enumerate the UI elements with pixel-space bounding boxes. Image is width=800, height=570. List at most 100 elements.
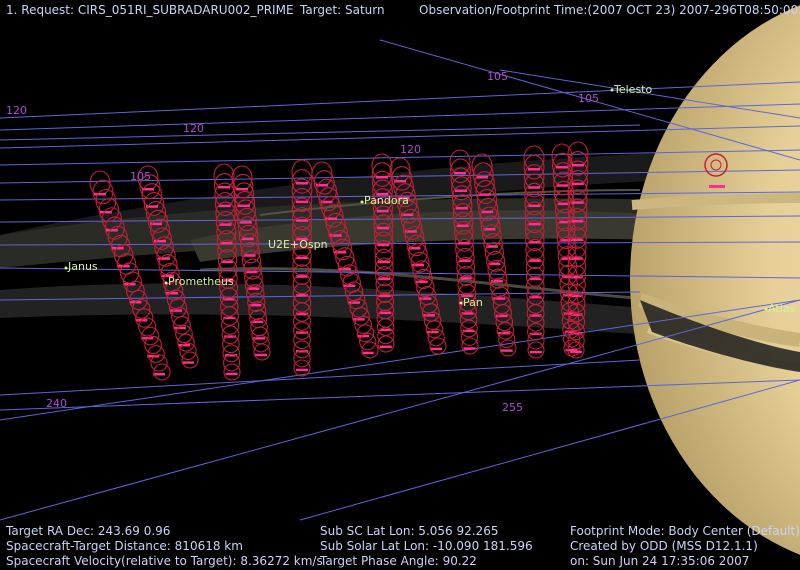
footprint-marker <box>170 309 182 312</box>
target-label: Target: Saturn <box>300 3 385 17</box>
grid-label: 120 <box>400 143 421 156</box>
footprint-circle <box>231 165 253 191</box>
footprint-marker <box>478 193 491 196</box>
footprint-circle <box>147 345 165 363</box>
footprint-marker <box>422 314 435 317</box>
target-ra-dec: Target RA Dec: 243.69 0.96 <box>6 524 171 538</box>
footprint-marker <box>296 182 308 185</box>
footprint-marker <box>94 193 106 196</box>
footprint-marker <box>528 168 540 171</box>
footprint-marker <box>456 224 469 228</box>
grid-label: 120 <box>6 104 27 117</box>
sub-solar-lat-lon: Sub Solar Lat Lon: -10.090 181.596 <box>320 539 533 553</box>
footprint-marker <box>426 330 439 334</box>
footprint-marker <box>255 353 268 357</box>
footprint-marker <box>105 229 118 232</box>
moon-label-pandora: Pandora <box>364 194 409 207</box>
footprint-marker <box>572 164 584 167</box>
grid-label: 120 <box>183 122 204 135</box>
footprint-marker <box>379 345 392 349</box>
grid-label: 105 <box>487 70 508 83</box>
footprint-marker <box>296 368 308 372</box>
observation-time-label: Observation/Footprint Time:(2007 OCT 23)… <box>419 3 800 17</box>
created-by: Created by ODD (MSS D12.1.1) <box>570 539 758 553</box>
created-on: on: Sun Jun 24 17:35:06 2007 <box>570 554 750 568</box>
grid-label: 105 <box>130 170 151 183</box>
footprint-circle <box>293 359 311 377</box>
footprint-marker <box>454 172 466 175</box>
footprint-circle <box>222 344 240 363</box>
moon-label-janus: Janus <box>67 260 98 273</box>
spacecraft-velocity: Spacecraft Velocity(relative to Target):… <box>6 554 323 568</box>
footprint-circle <box>525 248 545 270</box>
moon-label-pan: Pan <box>463 296 483 309</box>
footprint-marker <box>99 211 112 214</box>
footprint-circle <box>222 334 240 354</box>
footprint-marker <box>338 267 351 271</box>
footprint-marker <box>455 207 468 210</box>
moon-label-atlas: Atlas <box>768 302 795 315</box>
footprint-marker <box>378 277 391 281</box>
footprint-circle <box>153 363 171 381</box>
sub-sc-lat-lon: Sub SC Lat Lon: 5.056 92.265 <box>320 524 499 538</box>
footprint-marker <box>529 350 542 354</box>
footprint-marker <box>377 226 390 230</box>
footprint-circle <box>527 341 545 359</box>
footprint-marker <box>430 347 443 351</box>
footprint-marker <box>218 186 230 189</box>
footprint-marker <box>245 270 258 274</box>
grid-label: 255 <box>502 401 523 414</box>
footprint-marker <box>528 186 541 189</box>
footprint-circle <box>293 349 311 368</box>
footprint-marker <box>376 209 389 213</box>
footprint-marker <box>296 200 308 204</box>
footprint-marker <box>570 350 583 354</box>
footprint-marker <box>239 221 252 224</box>
footprint-marker <box>556 166 568 169</box>
footprint-marker <box>218 204 231 208</box>
footprint-mode: Footprint Mode: Body Center (Default) <box>570 524 800 538</box>
footprint-marker <box>500 349 513 352</box>
viewer-canvas: 105 105 120 120 120 105 240 255 Telesto … <box>0 0 800 570</box>
footprint-marker <box>528 241 541 244</box>
footprint-marker <box>528 222 541 226</box>
footprint-circle <box>141 183 163 208</box>
spacecraft-distance: Spacecraft-Target Distance: 810618 km <box>6 539 243 553</box>
footprint-circle <box>222 353 241 372</box>
overlap-label: U2E+Ospn <box>268 238 328 251</box>
footprint-marker <box>343 284 356 288</box>
footprint-marker <box>457 242 470 245</box>
footprint-marker <box>243 254 256 257</box>
request-label: 1. Request: CIRS_051RI_SUBRADARU002_PRIM… <box>6 3 294 17</box>
footprint-marker <box>348 301 360 304</box>
footprint-marker <box>334 251 347 254</box>
footprint-circle <box>499 339 517 357</box>
footprint-marker <box>225 372 238 376</box>
footprint-marker <box>241 237 254 241</box>
footprint-circle <box>293 330 311 350</box>
moon-label-telesto: Telesto <box>613 83 652 96</box>
footprint-circle <box>461 337 479 355</box>
footprint-marker <box>571 182 584 186</box>
footprint-marker <box>296 219 308 222</box>
footprint-circle <box>293 340 311 359</box>
footprint-marker <box>377 260 390 264</box>
footprint-marker <box>571 201 584 204</box>
footprint-marker <box>166 292 178 295</box>
footprint-marker <box>376 176 388 179</box>
footprint-marker <box>377 243 390 247</box>
saturn-scene: 105 105 120 120 120 105 240 255 Telesto … <box>0 5 800 555</box>
footprint-marker <box>182 361 194 364</box>
footprint-marker <box>296 256 308 260</box>
footprint-marker <box>454 189 467 193</box>
footprint-marker <box>463 347 476 350</box>
footprint-marker <box>458 259 471 263</box>
footprint-circle <box>181 351 199 369</box>
footprint-marker <box>571 220 584 223</box>
footprint-marker <box>476 176 488 179</box>
footprint-marker <box>352 318 365 321</box>
footprint-marker <box>556 184 569 187</box>
footprint-marker <box>237 204 250 208</box>
target-phase-angle: Target Phase Angle: 90.22 <box>320 554 477 568</box>
footprint-marker <box>236 188 248 191</box>
